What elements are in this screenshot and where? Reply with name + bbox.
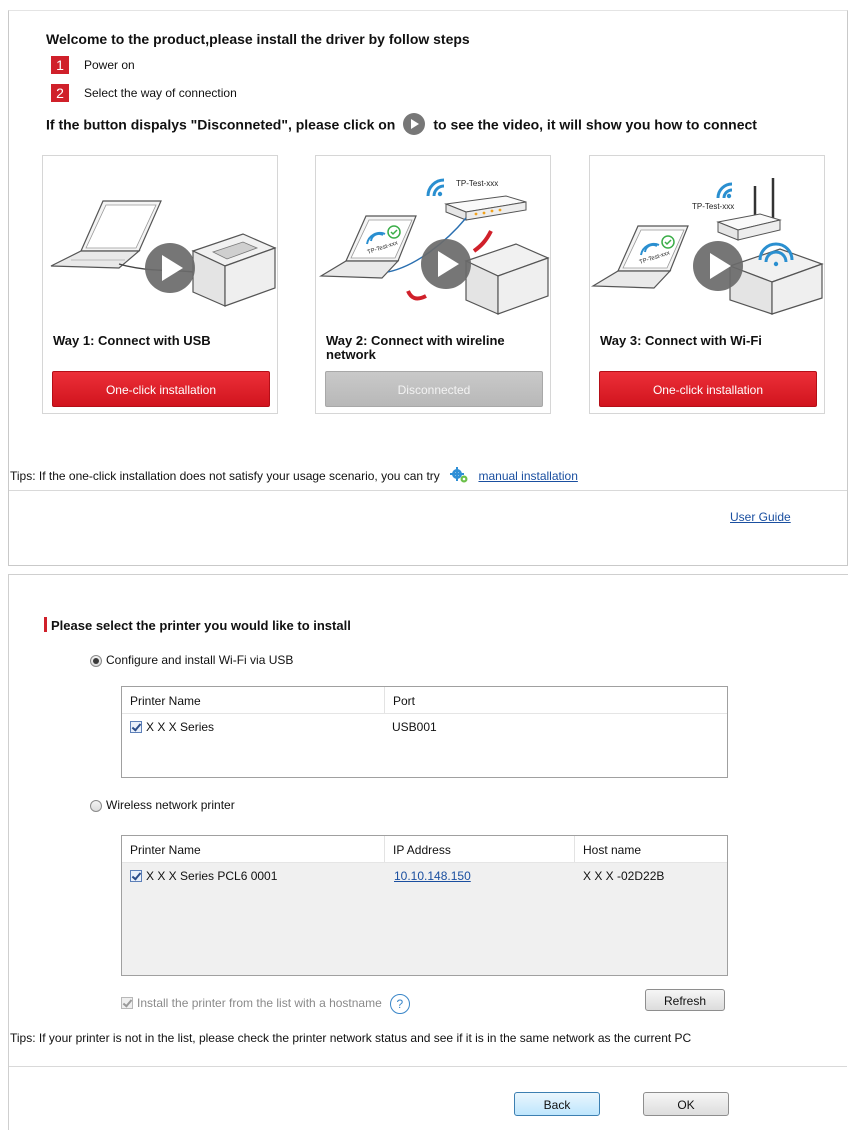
gear-icon	[450, 467, 468, 483]
video-hint-after: to see the video, it will show you how t…	[433, 116, 757, 133]
manual-install-tip-text: Tips: If the one-click installation does…	[10, 469, 440, 484]
help-icon[interactable]: ?	[389, 994, 410, 1014]
column-header-port[interactable]: Port	[384, 687, 727, 713]
welcome-title: Welcome to the product,please install th…	[46, 31, 470, 47]
wifi-one-click-install-button[interactable]: One-click installation	[599, 371, 817, 407]
way-3-title: Way 3: Connect with Wi-Fi	[600, 333, 762, 348]
ok-button[interactable]: OK	[643, 1092, 729, 1116]
column-header-ip-address[interactable]: IP Address	[384, 836, 574, 862]
wifi-connection-illustration: TP-Test-xxx TP-Test-xxx	[590, 178, 824, 315]
way-1-title: Way 1: Connect with USB	[53, 333, 211, 348]
manual-installation-link[interactable]: manual installation	[478, 469, 577, 483]
network-printer-ip-link[interactable]: 10.10.148.150	[394, 869, 471, 883]
way-card-wired: TP-Test-xxx TP-Test-xxx Way 2: Connect w…	[315, 155, 551, 414]
hostname-checkbox-label: Install the printer from the list with a…	[137, 996, 382, 1011]
wifi-router-ssid-label: TP-Test-xxx	[692, 202, 734, 211]
network-printer-table: Printer Name IP Address Host name X X X …	[121, 835, 728, 976]
step-1-label: Power on	[84, 58, 135, 72]
way-card-wifi: TP-Test-xxx TP-Test-xxx Way 3: Connect w…	[589, 155, 825, 414]
column-header-printer-name[interactable]: Printer Name	[122, 687, 384, 713]
accent-bar	[44, 617, 47, 632]
usb-connection-illustration	[50, 200, 277, 307]
wireless-printer-label: Wireless network printer	[106, 798, 235, 812]
way-card-usb: Way 1: Connect with USB One-click instal…	[42, 155, 278, 414]
usb-table-header: Printer Name Port	[122, 687, 727, 714]
network-printer-name: X X X Series PCL6 0001	[146, 869, 278, 883]
wifi-via-usb-label: Configure and install Wi-Fi via USB	[106, 653, 294, 667]
table-row[interactable]: X X X Series PCL6 0001	[130, 869, 277, 883]
wired-disconnected-button[interactable]: Disconnected	[325, 371, 543, 407]
way-2-title: Way 2: Connect with wireline network	[326, 333, 505, 362]
usb-printer-checkbox[interactable]	[130, 721, 142, 733]
usb-printer-port: USB001	[392, 720, 437, 734]
back-button[interactable]: Back	[514, 1092, 600, 1116]
divider	[9, 1066, 847, 1067]
wifi-via-usb-radio[interactable]	[90, 655, 102, 667]
user-guide-link[interactable]: User Guide	[730, 510, 791, 524]
hostname-checkbox[interactable]	[121, 997, 133, 1010]
step-2-badge: 2	[51, 84, 69, 102]
network-printer-host: X X X -02D22B	[583, 869, 665, 883]
column-header-printer-name[interactable]: Printer Name	[122, 836, 384, 862]
step-1-badge: 1	[51, 56, 69, 74]
network-status-tip: Tips: If your printer is not in the list…	[10, 1031, 692, 1045]
wireless-printer-radio[interactable]	[90, 800, 102, 812]
refresh-button[interactable]: Refresh	[645, 989, 725, 1011]
wired-connection-illustration: TP-Test-xxx TP-Test-xxx	[318, 178, 550, 315]
hostname-install-option: Install the printer from the list with a…	[121, 994, 410, 1014]
network-printer-checkbox[interactable]	[130, 870, 142, 882]
video-hint: If the button dispalys "Disconneted", pl…	[46, 113, 757, 137]
step-2-label: Select the way of connection	[84, 86, 237, 100]
select-printer-title-text: Please select the printer you would like…	[51, 618, 351, 633]
usb-printer-table: Printer Name Port X X X Series USB001	[121, 686, 728, 778]
divider	[9, 490, 847, 491]
usb-printer-name: X X X Series	[146, 720, 215, 734]
column-header-host-name[interactable]: Host name	[574, 836, 727, 862]
video-hint-before: If the button dispalys "Disconneted", pl…	[46, 116, 396, 133]
select-printer-title: Please select the printer you would like…	[44, 617, 351, 633]
network-table-header: Printer Name IP Address Host name	[122, 836, 727, 863]
table-row[interactable]: X X X Series	[130, 720, 214, 734]
usb-one-click-install-button[interactable]: One-click installation	[52, 371, 270, 407]
manual-install-tip: Tips: If the one-click installation does…	[10, 467, 578, 486]
play-icon	[403, 113, 426, 135]
router-ssid-label: TP-Test-xxx	[456, 179, 498, 188]
